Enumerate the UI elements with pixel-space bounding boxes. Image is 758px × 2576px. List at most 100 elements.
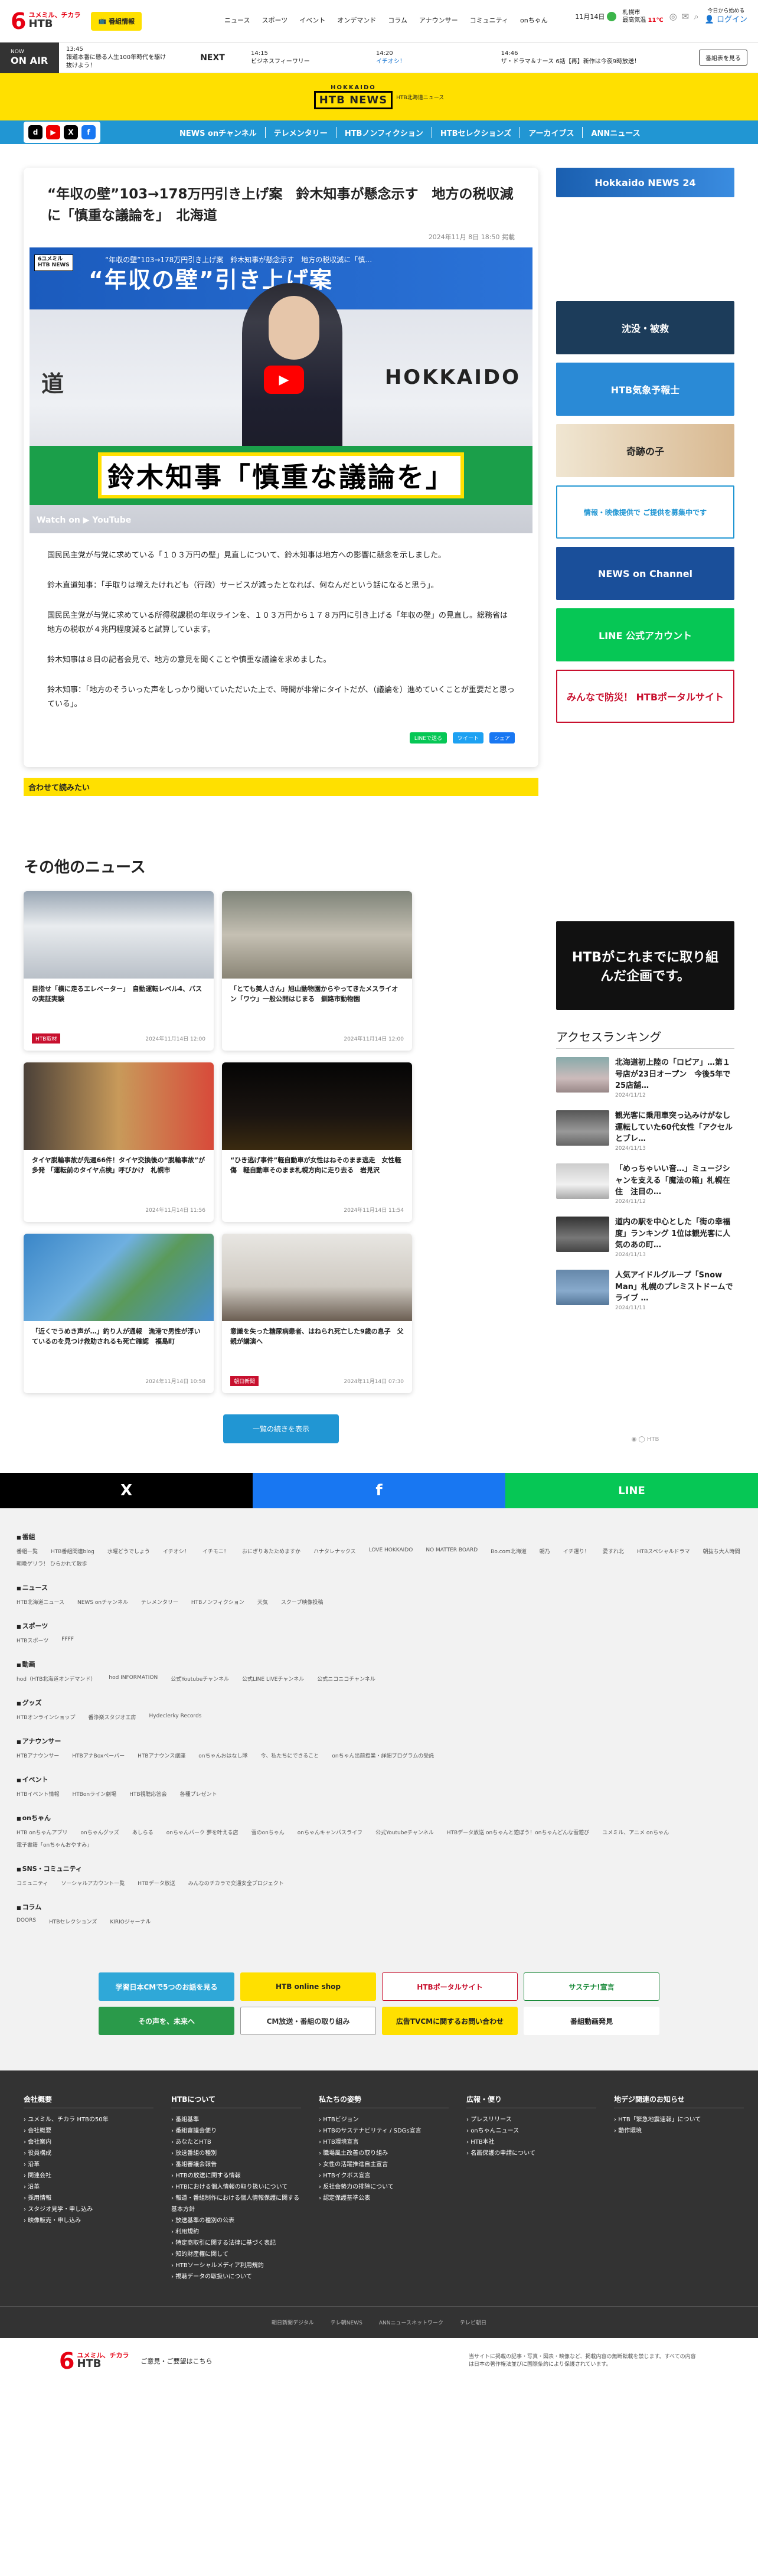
footer-link[interactable]: HTBスポーツ bbox=[17, 1636, 48, 1644]
nav-ann-news[interactable]: ANNニュース bbox=[582, 126, 648, 138]
footer-link[interactable]: 天気 bbox=[257, 1598, 268, 1606]
news-card[interactable]: “ひき逃げ事件”軽自動車が女性はねそのまま逃走 女性軽傷 軽自動車そのまま札幌方… bbox=[222, 1062, 412, 1222]
topnav-events[interactable]: イベント bbox=[299, 15, 325, 25]
footer-link[interactable]: イチ選り！ bbox=[563, 1547, 590, 1555]
footer-link[interactable]: コミュニティ bbox=[17, 1879, 48, 1887]
company-link[interactable]: 職場風土改善の取り組み bbox=[319, 2148, 449, 2159]
footer-link[interactable]: onちゃんグッズ bbox=[81, 1828, 119, 1836]
company-link[interactable]: 名画保護の申請について bbox=[466, 2148, 596, 2159]
share-facebook-button[interactable]: f bbox=[253, 1473, 505, 1509]
footer-link[interactable]: HTB北海道ニュース bbox=[17, 1598, 64, 1606]
news-card[interactable]: 目指せ「横に走るエレベーター」 自動運転レベル4、バスの実証実験 HTB取材 2… bbox=[24, 891, 214, 1051]
footer-link[interactable]: DOORS bbox=[17, 1918, 36, 1925]
footer-link[interactable]: 水曜どうでしょう bbox=[107, 1547, 150, 1555]
footer-link[interactable]: HTBスペシャルドラマ bbox=[637, 1547, 690, 1555]
footer-logo[interactable]: 6 ユメミル、チカラ HTB bbox=[59, 2350, 129, 2372]
footer-link[interactable]: Hydeclerky Records bbox=[149, 1713, 201, 1721]
footer-link[interactable]: 朝晩ゲリラ！ ひらかれて散歩 bbox=[17, 1560, 87, 1567]
news-card[interactable]: タイヤ脱輪事故が先週66件！タイヤ交換後の“脱輪事故”が多発 「運転前のタイヤ点… bbox=[24, 1062, 214, 1222]
footer-link[interactable]: onちゃん出前授業・詳細プログラムの受託 bbox=[332, 1752, 434, 1759]
play-icon[interactable]: ▶ bbox=[264, 366, 304, 394]
company-link[interactable]: HTBソーシャルメディア利用規約 bbox=[171, 2260, 301, 2271]
footer-link[interactable]: onちゃんパーク 夢を叶える店 bbox=[166, 1828, 238, 1836]
footer-link[interactable]: NO MATTER BOARD bbox=[426, 1547, 478, 1555]
banner-sinking[interactable]: 沈没・被救 bbox=[556, 301, 734, 354]
company-link[interactable]: 利用規約 bbox=[171, 2226, 301, 2238]
footer-link[interactable]: hod（HTB北海道オンデマンド） bbox=[17, 1675, 96, 1682]
facebook-share-button[interactable]: シェア bbox=[489, 732, 515, 744]
footer-link[interactable]: 公式Youtubeチャンネル bbox=[171, 1675, 229, 1682]
company-link[interactable]: 放送番組の種別 bbox=[171, 2148, 301, 2159]
footer-link[interactable]: 各種プレゼント bbox=[180, 1790, 217, 1798]
company-link[interactable]: HTBの放送に関する情報 bbox=[171, 2170, 301, 2182]
program-info-button[interactable]: 📺 番組情報 bbox=[91, 11, 142, 31]
footer-link[interactable]: 電子書籍「onちゃんおやすみ」 bbox=[17, 1841, 92, 1848]
footer-link[interactable]: ソーシャルアカウント一覧 bbox=[61, 1879, 125, 1887]
ranking-item[interactable]: 人気アイドルグループ「Snow Man」札幌のプレミストドームでライブ … 202… bbox=[556, 1270, 734, 1312]
company-link[interactable]: 役員構成 bbox=[24, 2148, 153, 2159]
topnav-sports[interactable]: スポーツ bbox=[262, 15, 287, 25]
nav-archives[interactable]: アーカイブス bbox=[520, 126, 582, 138]
footer-link[interactable]: HTBノンフィクション bbox=[191, 1598, 244, 1606]
footer-link[interactable]: 番浄楽スタジオ工房 bbox=[88, 1713, 136, 1721]
promo-banner[interactable]: HTBがこれまでに取り組んだ企画です。 bbox=[556, 921, 734, 1010]
htb-news-logo[interactable]: HOKKAIDO HTB NEWS HTB北海道ニュース bbox=[313, 84, 444, 109]
company-link[interactable]: ユメミル、チカラ HTBの50年 bbox=[24, 2114, 153, 2125]
footer-link[interactable]: HTBデータ放送 onちゃんと遊ぼう！onちゃんどんな雪遊び bbox=[447, 1828, 589, 1836]
company-link[interactable]: 視聴データの取扱いについて bbox=[171, 2271, 301, 2282]
footer-link[interactable]: 公式LINE LIVEチャンネル bbox=[242, 1675, 304, 1682]
footer-link[interactable]: HTBデータ放送 bbox=[138, 1879, 175, 1887]
footer-link[interactable]: onちゃんおはなし隊 bbox=[198, 1752, 247, 1759]
dial-icon[interactable]: ◎ bbox=[669, 11, 677, 22]
tweet-button[interactable]: ツイート bbox=[452, 732, 483, 744]
footer-link[interactable]: HTBアナウンサー bbox=[17, 1752, 59, 1759]
topnav-ondemand[interactable]: オンデマンド bbox=[337, 15, 376, 25]
company-link[interactable]: 番組審議会報告 bbox=[171, 2159, 301, 2170]
company-link[interactable]: onちゃんニュース bbox=[466, 2125, 596, 2137]
banner-info-provide[interactable]: 情報・映像提供で ご提供を募集中です bbox=[556, 485, 734, 539]
company-link[interactable]: 会社概要 bbox=[24, 2125, 153, 2137]
x-icon[interactable]: X bbox=[64, 125, 78, 139]
company-link[interactable]: 動作環境 bbox=[614, 2125, 744, 2137]
youtube-icon[interactable]: ▶ bbox=[46, 125, 60, 139]
banner-miracle[interactable]: 奇跡の子 bbox=[556, 424, 734, 477]
company-link[interactable]: HTB本社 bbox=[466, 2137, 596, 2148]
banner-line-official[interactable]: LINE 公式アカウント bbox=[556, 608, 734, 661]
company-link[interactable]: HTBにおける個人情報の取り扱いについて bbox=[171, 2182, 301, 2193]
facebook-icon[interactable]: f bbox=[81, 125, 96, 139]
ad-banner[interactable]: サステナ!宣言 bbox=[524, 1972, 659, 2001]
nav-selections[interactable]: HTBセレクションズ bbox=[431, 126, 520, 138]
now-program[interactable]: 13:45 報道本番に懸る人生100年時代を駆け抜けよう！ bbox=[59, 45, 174, 70]
footer-link[interactable]: 朝乃 bbox=[540, 1547, 550, 1555]
footer-link[interactable]: おにぎりあたためますか bbox=[242, 1547, 300, 1555]
footer-link[interactable]: 雪のonちゃん bbox=[251, 1828, 285, 1836]
user-area[interactable]: 今日から始める 👤 ログイン bbox=[705, 8, 747, 25]
nav-news-on-channel[interactable]: NEWS onチャンネル bbox=[171, 127, 265, 138]
footer-link[interactable]: FFFF bbox=[61, 1636, 74, 1644]
ranking-item[interactable]: 観光客に乗用車突っ込みけがなし 運転していた60代女性「アクセルとブレ… 2024… bbox=[556, 1110, 738, 1153]
banner-news24[interactable]: Hokkaido NEWS 24 bbox=[556, 168, 734, 197]
news-card[interactable]: 意識を失った糖尿病患者、はねられ死亡した9歳の息子 父親が講演へ 朝日新聞 20… bbox=[222, 1234, 412, 1393]
footer-link[interactable]: NEWS onチャンネル bbox=[77, 1598, 128, 1606]
footer-link[interactable]: 愛すれ北 bbox=[603, 1547, 624, 1555]
footer-link[interactable]: KIRIOジャーナル bbox=[110, 1918, 151, 1925]
htb-logo[interactable]: 6 ユメミル、チカラ HTB bbox=[11, 10, 80, 32]
upcoming-2[interactable]: 14:20 イチオシ！ bbox=[376, 50, 501, 66]
footer-link[interactable]: LOVE HOKKAIDO bbox=[369, 1547, 413, 1555]
company-link[interactable]: プレスリリース bbox=[466, 2114, 596, 2125]
feedback-link[interactable]: ご意見・ご要望はこちら bbox=[141, 2356, 212, 2366]
company-link[interactable]: 認定保護基準公表 bbox=[319, 2193, 449, 2204]
footer-link[interactable]: 今、私たちにできること bbox=[260, 1752, 319, 1759]
mail-icon[interactable]: ✉ bbox=[682, 11, 690, 22]
footer-link[interactable]: hod INFORMATION bbox=[109, 1675, 158, 1682]
company-link[interactable]: HTBビジョン bbox=[319, 2114, 449, 2125]
search-icon[interactable]: ⌕ bbox=[694, 11, 698, 22]
tiktok-icon[interactable]: d bbox=[28, 125, 43, 139]
weather-widget[interactable]: 札幌市 最高気温 11℃ bbox=[622, 9, 663, 24]
footer-link[interactable]: 公式Youtubeチャンネル bbox=[375, 1828, 434, 1836]
footer-link[interactable]: HTBイベント情報 bbox=[17, 1790, 59, 1798]
watch-on-youtube[interactable]: Watch on ▶ YouTube bbox=[37, 516, 131, 525]
footer-link[interactable]: 公式ニコニコチャンネル bbox=[317, 1675, 375, 1682]
topnav-column[interactable]: コラム bbox=[388, 15, 407, 25]
company-link[interactable]: 反社会勢力の排除について bbox=[319, 2182, 449, 2193]
